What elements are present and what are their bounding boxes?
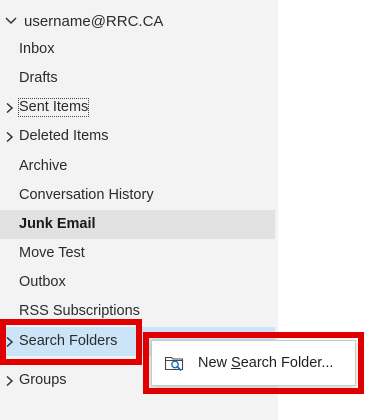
- menu-label-mnemonic: S: [231, 355, 241, 371]
- folder-label: Conversation History: [19, 187, 154, 203]
- menu-label-part: New: [198, 355, 232, 371]
- folder-label: RSS Subscriptions: [19, 303, 140, 319]
- chevron-right-icon[interactable]: [5, 132, 15, 142]
- chevron-right-icon[interactable]: [5, 103, 15, 113]
- folder-item-conversation-history[interactable]: Conversation History: [0, 181, 275, 210]
- folder-item-deleted-items[interactable]: Deleted Items: [0, 122, 275, 151]
- folder-label: Search Folders: [19, 333, 118, 349]
- menu-label-part: earch Folder...: [240, 355, 334, 371]
- chevron-right-icon[interactable]: [5, 337, 15, 347]
- folder-label: Outbox: [19, 274, 66, 290]
- search-folder-icon: [164, 353, 186, 373]
- folder-item-rss-subscriptions[interactable]: RSS Subscriptions: [0, 297, 275, 326]
- account-header[interactable]: username@RRC.CA: [0, 7, 275, 36]
- folder-item-sent-items[interactable]: Sent Items: [0, 93, 275, 122]
- chevron-down-icon[interactable]: [5, 16, 17, 26]
- account-name: username@RRC.CA: [24, 13, 164, 30]
- folder-label: Archive: [19, 158, 68, 174]
- folder-item-junk-email[interactable]: Junk Email: [0, 210, 275, 239]
- folder-label: Sent Items: [17, 98, 90, 117]
- folder-item-move-test[interactable]: Move Test: [0, 239, 275, 268]
- folder-label: Inbox: [19, 41, 55, 57]
- folder-item-archive[interactable]: Archive: [0, 152, 275, 181]
- folder-item-outbox[interactable]: Outbox: [0, 268, 275, 297]
- folder-label: Junk Email: [19, 216, 96, 232]
- menu-item-label: New Search Folder...: [198, 355, 333, 371]
- folder-label: Drafts: [19, 70, 58, 86]
- context-menu: New Search Folder...: [151, 340, 356, 386]
- folder-item-inbox[interactable]: Inbox: [0, 35, 275, 64]
- chevron-right-icon[interactable]: [5, 376, 15, 386]
- menu-item-new-search-folder[interactable]: New Search Folder...: [156, 347, 351, 379]
- folder-label: Move Test: [19, 245, 85, 261]
- folder-label: Deleted Items: [19, 128, 109, 144]
- folder-item-drafts[interactable]: Drafts: [0, 64, 275, 93]
- folder-label: Groups: [19, 372, 67, 388]
